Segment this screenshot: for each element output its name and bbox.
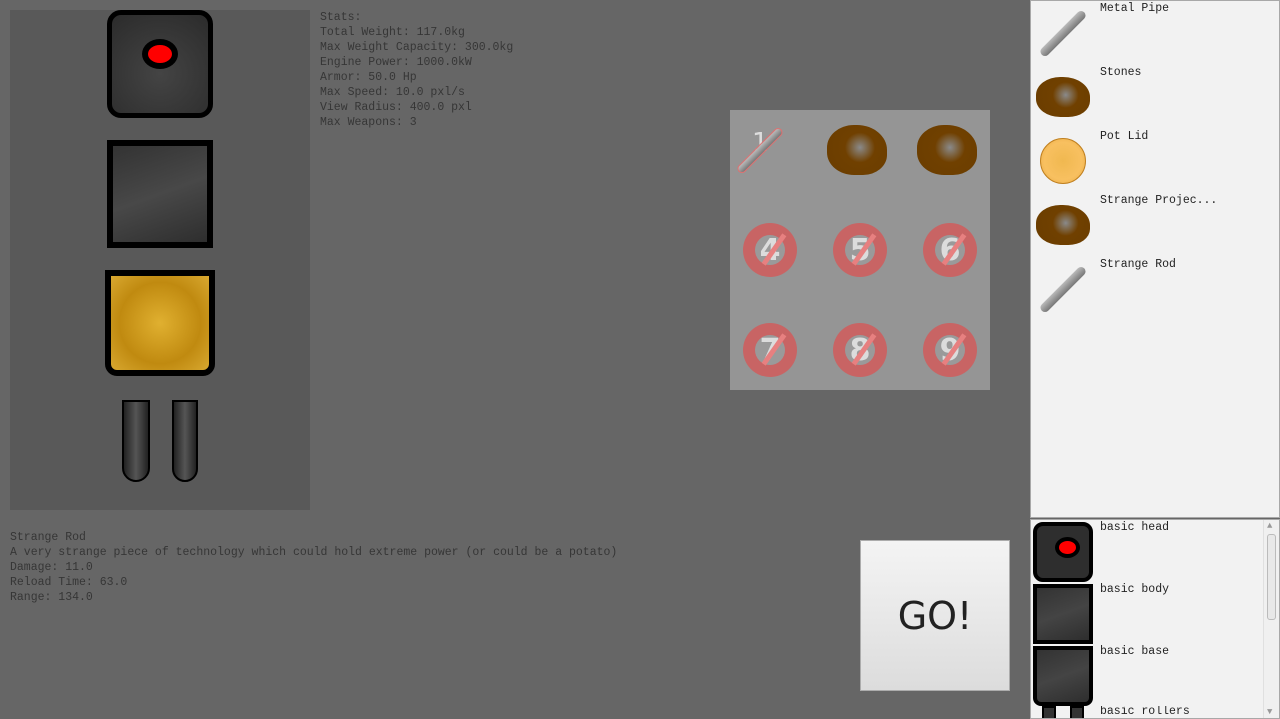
slot-number: 6 bbox=[939, 232, 961, 268]
weapon-slot-5[interactable]: 5 bbox=[830, 220, 890, 280]
stats-panel: Stats: Total Weight: 117.0kg Max Weight … bbox=[320, 10, 513, 130]
locked-slot-icon: 9 bbox=[923, 323, 977, 377]
basic-body-icon bbox=[1033, 584, 1093, 644]
weapon-slot-7[interactable]: 7 bbox=[740, 320, 800, 380]
stat-engine-power: Engine Power: 1000.0kW bbox=[320, 56, 472, 69]
robot-head[interactable] bbox=[107, 10, 213, 118]
stats-title: Stats: bbox=[320, 11, 362, 24]
item-name: Strange Rod bbox=[10, 531, 86, 544]
part-label: basic rollers bbox=[1100, 706, 1190, 718]
weapon-slot-grid: 1 2 3 4 5 6 7 8 9 bbox=[730, 110, 990, 390]
scrollbar-thumb[interactable] bbox=[1267, 534, 1276, 620]
stones-icon bbox=[1033, 195, 1093, 255]
locked-slot-icon: 4 bbox=[743, 223, 797, 277]
slot-number: 7 bbox=[759, 332, 781, 368]
slot-number: 4 bbox=[759, 232, 781, 268]
robot-preview bbox=[10, 10, 310, 510]
part-label: basic body bbox=[1100, 583, 1170, 596]
list-item[interactable]: basic body bbox=[1031, 582, 1279, 644]
list-item[interactable]: Pot Lid bbox=[1031, 129, 1279, 193]
robot-roller-right[interactable] bbox=[172, 400, 198, 482]
basic-head-icon bbox=[1033, 522, 1093, 582]
scroll-up-icon[interactable]: ▲ bbox=[1267, 521, 1272, 531]
weapon-item-list[interactable]: Metal Pipe Stones Pot Lid Strange Projec… bbox=[1030, 0, 1280, 518]
pot-lid-icon bbox=[1033, 131, 1093, 191]
weapon-slot-8[interactable]: 8 bbox=[830, 320, 890, 380]
robot-roller-left[interactable] bbox=[122, 400, 150, 482]
weapon-slot-6[interactable]: 6 bbox=[920, 220, 980, 280]
robot-base[interactable] bbox=[105, 270, 215, 376]
item-label: Strange Projec... bbox=[1100, 194, 1218, 207]
robot-eye-icon bbox=[142, 39, 178, 69]
weapon-slot-4[interactable]: 4 bbox=[740, 220, 800, 280]
scrollbar[interactable]: ▲ ▼ bbox=[1263, 520, 1279, 718]
weapon-slot-2[interactable]: 2 bbox=[827, 120, 887, 180]
stat-max-weight: Max Weight Capacity: 300.0kg bbox=[320, 41, 514, 54]
locked-slot-icon: 5 bbox=[833, 223, 887, 277]
weapon-slot-3[interactable]: 3 bbox=[917, 120, 977, 180]
locked-slot-icon: 7 bbox=[743, 323, 797, 377]
scroll-down-icon[interactable]: ▼ bbox=[1267, 707, 1272, 717]
stones-icon bbox=[917, 125, 977, 175]
item-reload-time: Reload Time: 63.0 bbox=[10, 576, 128, 589]
list-item[interactable]: basic base bbox=[1031, 644, 1279, 706]
item-label: Pot Lid bbox=[1100, 130, 1149, 143]
list-item[interactable]: Strange Projec... bbox=[1031, 193, 1279, 257]
basic-base-icon bbox=[1033, 646, 1093, 706]
robot-body[interactable] bbox=[107, 140, 213, 248]
item-description-panel: Strange Rod A very strange piece of tech… bbox=[10, 530, 617, 605]
list-item[interactable]: Strange Rod bbox=[1031, 257, 1279, 321]
item-damage: Damage: 11.0 bbox=[10, 561, 93, 574]
slot-number: 9 bbox=[939, 332, 961, 368]
locked-slot-icon: 8 bbox=[833, 323, 887, 377]
stones-icon bbox=[1033, 67, 1093, 127]
go-button[interactable]: GO! bbox=[860, 540, 1010, 691]
part-label: basic base bbox=[1100, 645, 1170, 658]
stat-max-speed: Max Speed: 10.0 pxl/s bbox=[320, 86, 465, 99]
locked-slot-icon: 6 bbox=[923, 223, 977, 277]
list-item[interactable]: basic head bbox=[1031, 520, 1279, 582]
weapon-slot-9[interactable]: 9 bbox=[920, 320, 980, 380]
item-description: A very strange piece of technology which… bbox=[10, 546, 618, 559]
basic-rollers-icon bbox=[1033, 706, 1093, 718]
stat-armor: Armor: 50.0 Hp bbox=[320, 71, 417, 84]
part-label: basic head bbox=[1100, 521, 1170, 534]
item-range: Range: 134.0 bbox=[10, 591, 93, 604]
stat-total-weight: Total Weight: 117.0kg bbox=[320, 26, 465, 39]
weapon-slot-1[interactable]: 1 bbox=[730, 120, 790, 180]
item-label: Metal Pipe bbox=[1100, 2, 1170, 15]
strange-rod-icon bbox=[1033, 259, 1093, 319]
item-label: Strange Rod bbox=[1100, 258, 1176, 271]
stones-icon bbox=[827, 125, 887, 175]
robot-parts-list[interactable]: basic head basic body basic base basic r… bbox=[1030, 519, 1280, 719]
metal-pipe-icon bbox=[1033, 3, 1093, 63]
stat-max-weapons: Max Weapons: 3 bbox=[320, 116, 417, 129]
slot-number: 8 bbox=[849, 332, 871, 368]
list-item[interactable]: Stones bbox=[1031, 65, 1279, 129]
stat-view-radius: View Radius: 400.0 pxl bbox=[320, 101, 472, 114]
item-label: Stones bbox=[1100, 66, 1142, 79]
list-item[interactable]: basic rollers bbox=[1031, 706, 1279, 718]
slot-number: 5 bbox=[849, 232, 871, 268]
list-item[interactable]: Metal Pipe bbox=[1031, 1, 1279, 65]
